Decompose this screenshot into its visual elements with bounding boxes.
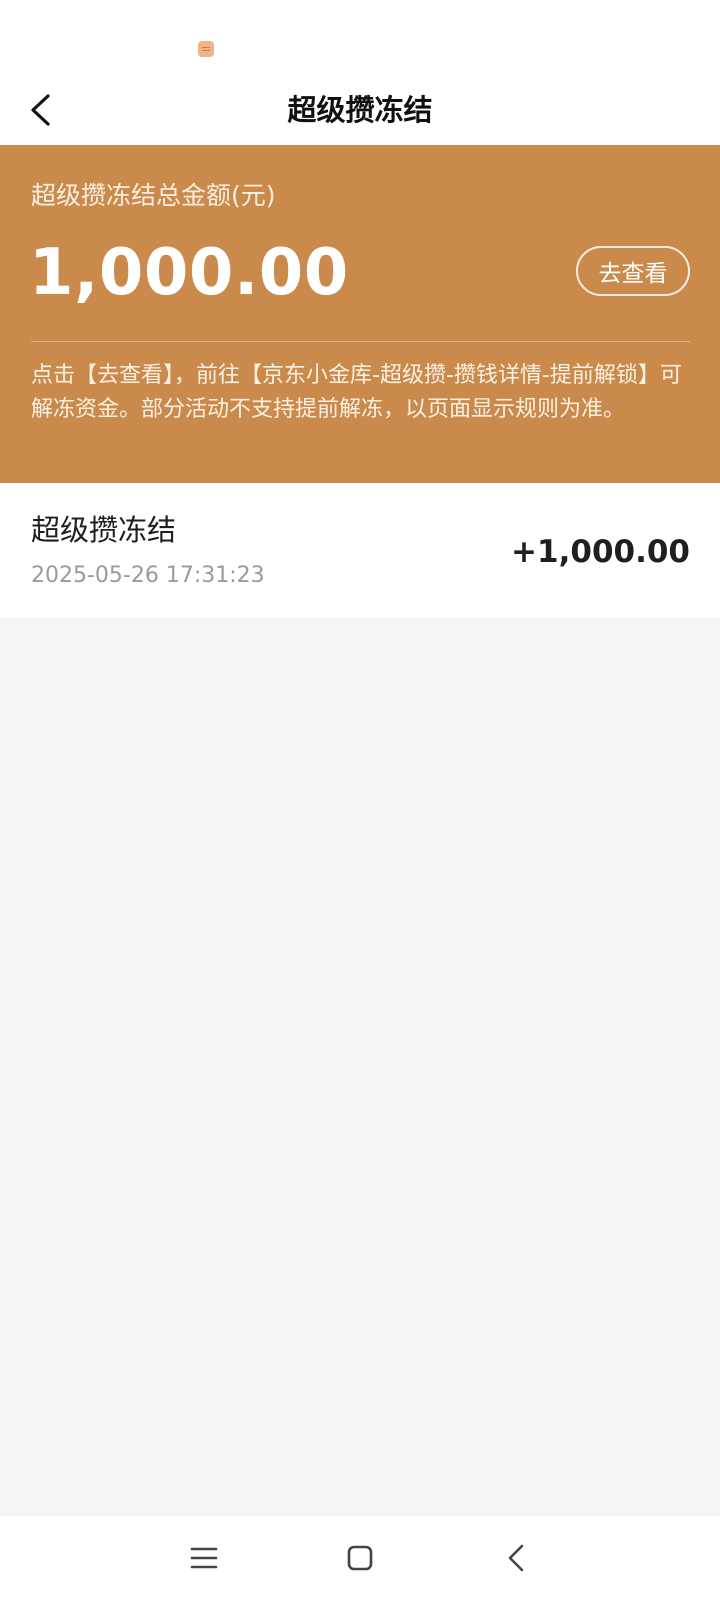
back-icon: [508, 1544, 524, 1572]
back-button[interactable]: [18, 88, 62, 132]
recent-apps-button[interactable]: [176, 1530, 232, 1586]
frozen-record-list: 超级攒冻结 2025-05-26 17:31:23 +1,000.00: [0, 483, 720, 618]
record-timestamp: 2025-05-26 17:31:23: [31, 563, 265, 588]
page-title: 超级攒冻结: [287, 93, 433, 127]
navigation-bar: 超级攒冻结: [0, 78, 720, 145]
total-frozen-amount: 1,000.00: [29, 236, 349, 310]
system-navigation-bar: [0, 1516, 720, 1600]
empty-content-area: [0, 618, 720, 1516]
record-title: 超级攒冻结: [31, 513, 177, 547]
card-divider: [31, 341, 690, 342]
list-item[interactable]: 超级攒冻结 2025-05-26 17:31:23 +1,000.00: [0, 483, 720, 618]
menu-icon: [190, 1547, 218, 1569]
system-back-button[interactable]: [488, 1530, 544, 1586]
notification-badge-icon: [198, 41, 214, 57]
frozen-summary-card: 超级攒冻结总金额(元) 1,000.00 去查看 点击【去查看】，前往【京东小金…: [0, 145, 720, 483]
chevron-left-icon: [31, 94, 50, 126]
unfreeze-instructions: 点击【去查看】，前往【京东小金库-超级攒-攒钱详情-提前解锁】可解冻资金。部分活…: [31, 363, 682, 422]
total-frozen-label: 超级攒冻结总金额(元): [31, 181, 276, 210]
status-bar: [0, 0, 720, 78]
record-amount: +1,000.00: [511, 534, 690, 570]
home-icon: [347, 1545, 373, 1571]
view-details-button[interactable]: 去查看: [576, 246, 690, 296]
home-button[interactable]: [332, 1530, 388, 1586]
